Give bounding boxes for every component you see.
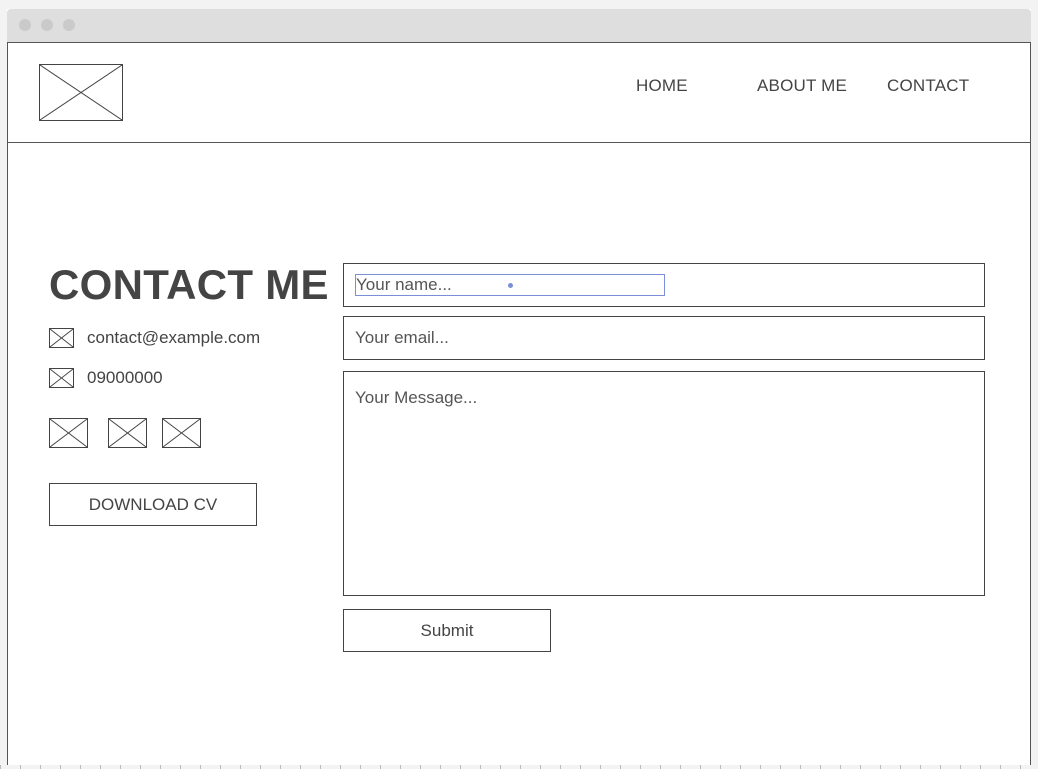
message-textarea[interactable]: Your Message... bbox=[343, 371, 985, 596]
page-frame: HOME ABOUT ME CONTACT CONTACT ME contact… bbox=[7, 42, 1031, 765]
email-input-placeholder: Your email... bbox=[355, 328, 449, 347]
page-title: CONTACT ME bbox=[49, 261, 329, 308]
email-input[interactable]: Your email... bbox=[343, 316, 985, 360]
logo-placeholder-icon[interactable] bbox=[39, 64, 123, 121]
contact-email-text: contact@example.com bbox=[87, 328, 261, 347]
social-link-2-icon[interactable] bbox=[108, 418, 147, 448]
name-input[interactable]: Your name... bbox=[355, 274, 665, 296]
email-icon bbox=[49, 328, 74, 348]
window-maximize-dot[interactable] bbox=[63, 19, 75, 31]
name-input-placeholder: Your name... bbox=[356, 275, 452, 294]
social-link-1-icon[interactable] bbox=[49, 418, 88, 448]
nav-home-link[interactable]: HOME bbox=[636, 76, 688, 96]
name-field-container: Your name... bbox=[343, 263, 985, 307]
social-link-3-icon[interactable] bbox=[162, 418, 201, 448]
bottom-ruler bbox=[0, 765, 1038, 769]
message-textarea-placeholder: Your Message... bbox=[355, 388, 478, 407]
phone-icon bbox=[49, 368, 74, 388]
nav-contact-link[interactable]: CONTACT bbox=[887, 76, 969, 96]
text-cursor-marker bbox=[508, 283, 513, 288]
site-header: HOME ABOUT ME CONTACT bbox=[8, 43, 1030, 143]
submit-button[interactable]: Submit bbox=[343, 609, 551, 652]
contact-phone-text: 09000000 bbox=[87, 368, 163, 387]
download-cv-button[interactable]: DOWNLOAD CV bbox=[49, 483, 257, 526]
nav-about-link[interactable]: ABOUT ME bbox=[757, 76, 847, 96]
window-titlebar bbox=[7, 9, 1031, 42]
window-close-dot[interactable] bbox=[19, 19, 31, 31]
window-minimize-dot[interactable] bbox=[41, 19, 53, 31]
browser-window: HOME ABOUT ME CONTACT CONTACT ME contact… bbox=[7, 9, 1031, 765]
